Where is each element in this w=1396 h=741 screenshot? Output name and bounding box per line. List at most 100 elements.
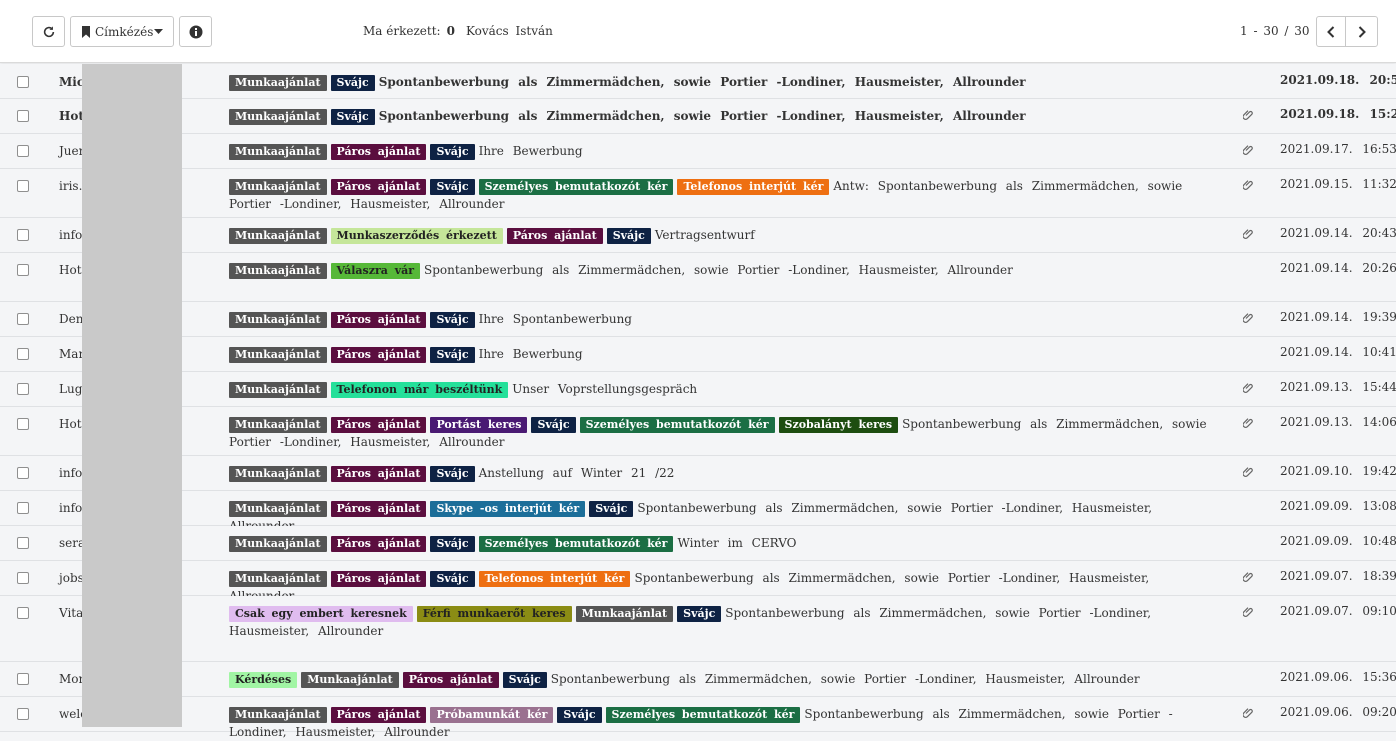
mail-row[interactable]: Hote Munkaajánlat Svájc Spontanbewerbung al…: [0, 99, 1396, 134]
tag-badge[interactable]: Svájc: [430, 144, 475, 160]
tag-badge[interactable]: Munkaajánlat: [229, 263, 327, 279]
mail-row[interactable]: Mari Munkaajánlat Páros ajánlat Svájc Ihre B…: [0, 337, 1396, 372]
tag-badge[interactable]: Páros ajánlat: [506, 228, 603, 244]
mail-row[interactable]: Hote Munkaajánlat Páros ajánlat Portást ker…: [0, 407, 1396, 456]
mail-row[interactable]: Denn Munkaajánlat Páros ajánlat Svájc Ihre S…: [0, 302, 1396, 337]
row-checkbox[interactable]: [17, 607, 29, 619]
row-checkbox[interactable]: [17, 229, 29, 241]
tag-badge[interactable]: Munkaajánlat: [229, 536, 327, 552]
mail-row[interactable]: info Munkaajánlat Munkaszerződés érkezett P…: [0, 218, 1396, 253]
tag-badge[interactable]: Munkaajánlat: [229, 75, 327, 91]
mail-row[interactable]: info Munkaajánlat Páros ajánlat Skype -os i…: [0, 491, 1396, 533]
mail-row[interactable]: Mich Munkaajánlat Svájc Spontanbewerbung al…: [0, 64, 1396, 99]
mail-row[interactable]: Juer Munkaajánlat Páros ajánlat Svájc Ihre B…: [0, 134, 1396, 169]
tag-badge[interactable]: Személyes bemutatkozót kér: [478, 179, 674, 195]
tag-badge[interactable]: Személyes bemutatkozót kér: [579, 417, 775, 433]
row-checkbox[interactable]: [17, 673, 29, 685]
tag-badge[interactable]: Svájc: [589, 501, 634, 517]
refresh-button[interactable]: [32, 16, 65, 47]
tag-badge[interactable]: Munkaajánlat: [229, 228, 327, 244]
tag-badge[interactable]: Páros ajánlat: [330, 707, 427, 723]
mail-row[interactable]: Lugi Munkaajánlat Telefonon már beszéltünk…: [0, 372, 1396, 407]
tag-badge[interactable]: Páros ajánlat: [330, 536, 427, 552]
row-checkbox[interactable]: [17, 180, 29, 192]
mail-row[interactable]: Hote 20 ZermMunkaajánlatVálaszra várSpon…: [0, 253, 1396, 302]
row-checkbox[interactable]: [17, 110, 29, 122]
label-dropdown-button[interactable]: Címkézés: [70, 16, 174, 47]
tag-badge[interactable]: Munkaajánlat: [229, 466, 327, 482]
tag-badge[interactable]: Telefonon már beszéltünk: [330, 382, 509, 398]
tag-badge[interactable]: Páros ajánlat: [402, 672, 499, 688]
tag-badge[interactable]: Svájc: [502, 672, 547, 688]
tag-badge[interactable]: Férfi munkaerőt keres: [416, 606, 572, 622]
tag-badge[interactable]: Személyes bemutatkozót kér: [478, 536, 674, 552]
row-checkbox[interactable]: [17, 708, 29, 720]
next-page-button[interactable]: [1345, 16, 1378, 47]
tag-badge[interactable]: Páros ajánlat: [330, 347, 427, 363]
tag-badge[interactable]: Svájc: [430, 571, 475, 587]
tag-badge[interactable]: Portást keres: [430, 417, 528, 433]
mail-content: Munkaajánlat Páros ajánlat Próbamunkát kér…: [229, 705, 1219, 741]
tag-badge[interactable]: Svájc: [531, 417, 576, 433]
prev-page-button[interactable]: [1316, 16, 1346, 47]
mail-row[interactable]: jobs Munkaajánlat Páros ajánlat Svájc Telefo…: [0, 561, 1396, 603]
row-checkbox[interactable]: [17, 76, 29, 88]
tag-badge[interactable]: Páros ajánlat: [330, 417, 427, 433]
row-checkbox[interactable]: [17, 418, 29, 430]
tag-badge[interactable]: Páros ajánlat: [330, 312, 427, 328]
tag-badge[interactable]: Próbamunkát kér: [430, 707, 554, 723]
tag-badge[interactable]: Svájc: [430, 312, 475, 328]
tag-badge[interactable]: Munkaajánlat: [229, 347, 327, 363]
tag-badge[interactable]: Skype -os interjút kér: [430, 501, 586, 517]
row-checkbox[interactable]: [17, 502, 29, 514]
mail-row[interactable]: iris.r Munkaajánlat Páros ajánlat Svájc Szem…: [0, 169, 1396, 218]
tag-badge[interactable]: Munkaajánlat: [229, 382, 327, 398]
row-checkbox[interactable]: [17, 572, 29, 584]
mail-row[interactable]: Mon Kérdéses Munkaajánlat Páros ajánlat Sváj…: [0, 662, 1396, 697]
tag-badge[interactable]: Svájc: [557, 707, 602, 723]
row-checkbox[interactable]: [17, 348, 29, 360]
tag-badge[interactable]: Svájc: [430, 536, 475, 552]
row-checkbox[interactable]: [17, 537, 29, 549]
tag-badge[interactable]: Csak egy embert keresnek: [229, 606, 413, 622]
tag-badge[interactable]: Svájc: [606, 228, 651, 244]
tag-badge[interactable]: Válaszra vár: [330, 263, 421, 279]
tag-badge[interactable]: Munkaajánlat: [229, 109, 327, 125]
tag-badge[interactable]: Munkaajánlat: [229, 179, 327, 195]
tag-badge[interactable]: Személyes bemutatkozót kér: [605, 707, 801, 723]
row-checkbox[interactable]: [17, 145, 29, 157]
tag-badge[interactable]: Munkaajánlat: [229, 707, 327, 723]
tag-badge[interactable]: Munkaajánlat: [229, 312, 327, 328]
mail-date: 2021.09.06. 15:36: [1280, 670, 1396, 684]
tag-badge[interactable]: Svájc: [330, 109, 375, 125]
tag-badge[interactable]: Páros ajánlat: [330, 466, 427, 482]
tag-badge[interactable]: Svájc: [330, 75, 375, 91]
tag-badge[interactable]: Szobalányt keres: [778, 417, 899, 433]
tag-badge[interactable]: Munkaajánlat: [229, 571, 327, 587]
tag-badge[interactable]: Kérdéses: [229, 672, 298, 688]
tag-badge[interactable]: Munkaajánlat: [229, 417, 327, 433]
row-checkbox[interactable]: [17, 467, 29, 479]
row-checkbox[interactable]: [17, 313, 29, 325]
tag-badge[interactable]: Munkaajánlat: [229, 144, 327, 160]
mail-row[interactable]: Vital Samr RezeCsak egy embert keresnekF…: [0, 596, 1396, 662]
tag-badge[interactable]: Svájc: [430, 466, 475, 482]
tag-badge[interactable]: Munkaajánlat: [229, 501, 327, 517]
tag-badge[interactable]: Telefonos interjút kér: [677, 179, 830, 195]
tag-badge[interactable]: Páros ajánlat: [330, 571, 427, 587]
tag-badge[interactable]: Svájc: [430, 179, 475, 195]
info-button[interactable]: [179, 16, 212, 47]
tag-badge[interactable]: Páros ajánlat: [330, 144, 427, 160]
tag-badge[interactable]: Munkaszerződés érkezett: [330, 228, 503, 244]
mail-row[interactable]: info Munkaajánlat Páros ajánlat Svájc Anstel…: [0, 456, 1396, 491]
row-checkbox[interactable]: [17, 383, 29, 395]
tag-badge[interactable]: Munkaajánlat: [301, 672, 399, 688]
tag-badge[interactable]: Telefonos interjút kér: [478, 571, 631, 587]
tag-badge[interactable]: Páros ajánlat: [330, 179, 427, 195]
row-checkbox[interactable]: [17, 264, 29, 276]
tag-badge[interactable]: Páros ajánlat: [330, 501, 427, 517]
tag-badge[interactable]: Svájc: [677, 606, 722, 622]
mail-row[interactable]: serai Munkaajánlat Páros ajánlat Svájc Szemé…: [0, 526, 1396, 561]
tag-badge[interactable]: Munkaajánlat: [575, 606, 674, 622]
tag-badge[interactable]: Svájc: [430, 347, 475, 363]
